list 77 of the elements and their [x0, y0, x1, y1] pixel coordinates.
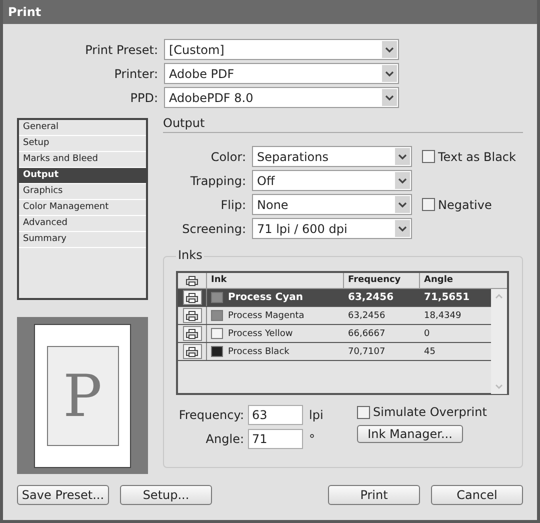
- unit-label: °: [309, 432, 316, 446]
- section-title: Output: [163, 116, 523, 133]
- field-label: Trapping:: [189, 174, 247, 188]
- print-toggle-button[interactable]: [182, 326, 202, 341]
- caret-icon: [382, 65, 397, 82]
- printer-icon: [186, 276, 198, 286]
- table-cell-text: 0: [423, 328, 431, 340]
- table-cell-text: 63,2456: [347, 310, 386, 322]
- field-label: Printer:: [113, 66, 159, 80]
- ink-name: Process Black: [228, 346, 290, 356]
- category-item[interactable]: Setup: [19, 136, 146, 152]
- printer-icon: [186, 328, 198, 338]
- print-toggle-button[interactable]: [182, 290, 202, 305]
- printer-icon: [186, 346, 198, 356]
- category-item[interactable]: Color Management: [19, 200, 146, 216]
- checkbox[interactable]: [422, 198, 435, 211]
- ink-name: Process Magenta: [228, 310, 304, 320]
- print-toggle-button[interactable]: [182, 344, 202, 359]
- dropdown[interactable]: Adobe PDF: [164, 63, 399, 84]
- checkbox-label: Text as Black: [438, 150, 516, 164]
- category-item[interactable]: Graphics: [19, 184, 146, 200]
- field-label: PPD:: [129, 90, 159, 104]
- column-header[interactable]: Angle: [420, 273, 493, 288]
- checkbox[interactable]: [422, 150, 435, 163]
- ink-row[interactable]: Process Yellow 66,6667 0: [178, 325, 491, 343]
- dropdown[interactable]: 71 lpi / 600 dpi: [252, 218, 412, 239]
- unit-label: lpi: [309, 408, 324, 422]
- field-label: Color:: [210, 150, 247, 164]
- table-cell-text: 45: [423, 346, 436, 358]
- field-label: Flip:: [220, 198, 247, 212]
- print-toggle-button[interactable]: [182, 308, 202, 323]
- category-item[interactable]: Output: [19, 168, 146, 184]
- category-item[interactable]: Summary: [19, 232, 146, 248]
- ink-manager-button[interactable]: Ink Manager...: [357, 425, 463, 443]
- window-title: Print: [8, 5, 42, 19]
- angle-field[interactable]: 71: [248, 429, 303, 449]
- dropdown[interactable]: None: [252, 194, 412, 215]
- caret-icon: [395, 148, 410, 165]
- column-header[interactable]: Frequency: [344, 273, 420, 288]
- field-label: Frequency:: [178, 408, 245, 422]
- dialog-button[interactable]: Setup...: [120, 485, 212, 505]
- printer-icon: [186, 310, 198, 320]
- field-label: Angle:: [204, 432, 245, 446]
- checkbox[interactable]: [357, 406, 370, 418]
- dropdown[interactable]: Separations: [252, 146, 412, 167]
- column-header[interactable]: Ink: [207, 273, 344, 288]
- category-item[interactable]: Advanced: [19, 216, 146, 232]
- preview-letter: P: [62, 362, 102, 430]
- caret-icon: [395, 172, 410, 189]
- dropdown[interactable]: Off: [252, 170, 412, 191]
- ink-name: Process Cyan: [228, 292, 303, 303]
- table-cell-text: 71,5651: [423, 291, 471, 305]
- caret-icon: [382, 41, 397, 58]
- dialog-button[interactable]: Print: [328, 485, 420, 505]
- ink-name: Process Yellow: [228, 328, 293, 338]
- caret-icon: [395, 220, 410, 237]
- table-cell-text: 66,6667: [347, 328, 386, 340]
- frequency-field[interactable]: 63: [248, 405, 303, 425]
- checkbox-label: Negative: [438, 198, 492, 212]
- table-cell-text: 18,4349: [423, 310, 462, 322]
- field-label: Print Preset:: [84, 42, 159, 56]
- ink-row[interactable]: Process Magenta 63,2456 18,4349: [178, 307, 491, 325]
- dropdown[interactable]: AdobePDF 8.0: [164, 87, 399, 108]
- category-item[interactable]: General: [19, 120, 146, 136]
- dialog-button[interactable]: Cancel: [431, 485, 523, 505]
- checkbox-label: Simulate Overprint: [373, 405, 487, 419]
- table-cell-text: 63,2456: [347, 291, 395, 305]
- caret-icon: [382, 89, 397, 106]
- printer-icon: [186, 292, 198, 302]
- ink-row[interactable]: Process Cyan 63,2456 71,5651: [178, 289, 491, 307]
- field-label: Screening:: [181, 222, 247, 236]
- dialog-button[interactable]: Save Preset...: [17, 485, 109, 505]
- table-cell-text: 70,7107: [347, 346, 386, 358]
- caret-icon: [395, 196, 410, 213]
- ink-row[interactable]: Process Black 70,7107 45: [178, 343, 491, 361]
- group-title: Inks: [176, 248, 204, 262]
- dropdown[interactable]: [Custom]: [164, 39, 399, 60]
